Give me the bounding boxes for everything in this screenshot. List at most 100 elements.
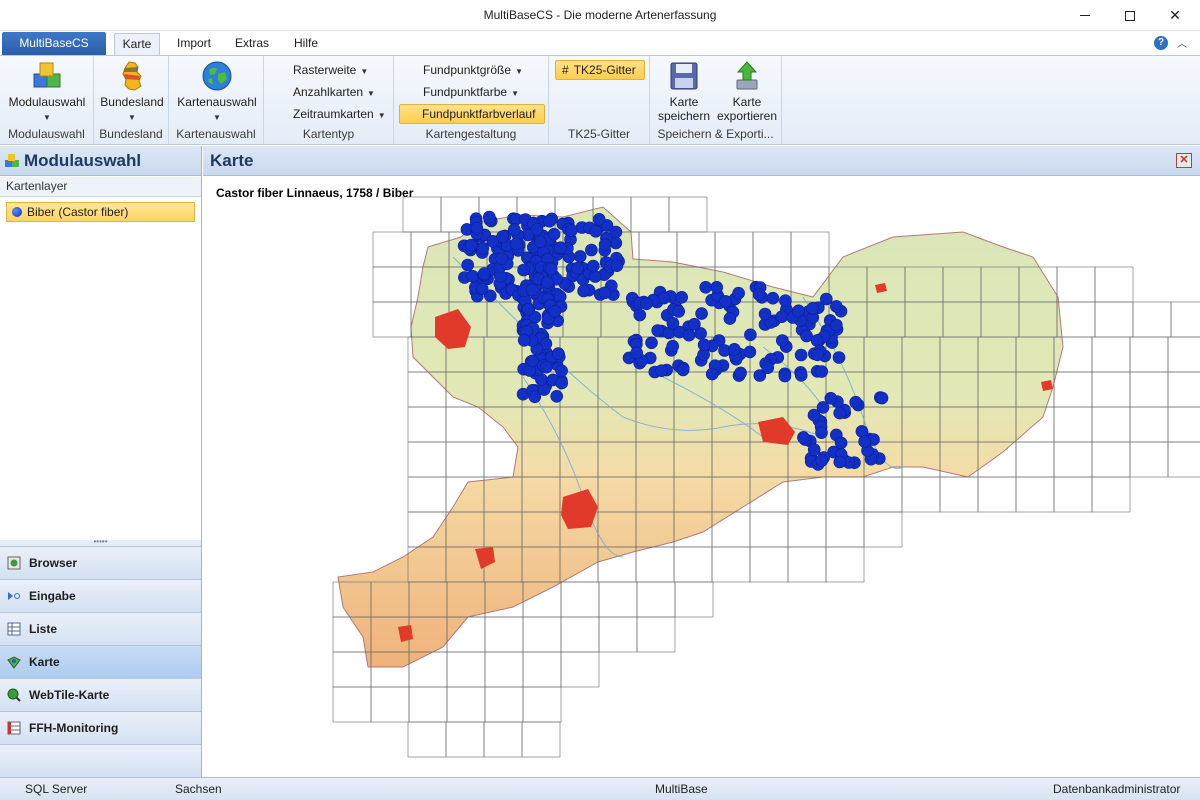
occurrence-point — [833, 455, 847, 469]
grid-cell — [446, 651, 486, 688]
occurrence-point — [586, 259, 600, 273]
nav-karte[interactable]: Karte — [0, 645, 201, 678]
status-server: SQL Server — [25, 782, 88, 796]
occurrence-point — [551, 347, 565, 360]
left-panel-header: Modulauswahl — [0, 146, 201, 176]
magnifier-globe-icon — [7, 688, 21, 702]
close-map-button[interactable]: ✕ — [1176, 153, 1192, 168]
fundpunktfarbe-dropdown[interactable]: Fundpunktfarbe ▼ — [419, 82, 523, 102]
occurrence-point — [577, 284, 590, 298]
occurrence-point — [758, 307, 772, 321]
occurrence-point — [666, 317, 680, 330]
maximize-icon — [1125, 10, 1135, 21]
group-label-modulauswahl: Modulauswahl — [8, 127, 85, 141]
occurrence-point — [682, 328, 696, 342]
grid-cell — [1015, 441, 1055, 478]
rasterweite-dropdown[interactable]: Rasterweite ▼ — [289, 60, 372, 80]
occurrence-point — [555, 376, 569, 390]
layer-item-label: Biber (Castor fiber) — [27, 205, 129, 219]
occurrence-point — [794, 369, 808, 382]
group-label-speichern: Speichern & Exporti... — [657, 127, 774, 141]
occurrence-point — [676, 363, 690, 377]
grid-cell — [446, 686, 486, 723]
close-window-button[interactable]: ✕ — [1152, 0, 1198, 31]
grid-cell — [1015, 476, 1055, 513]
nav-liste[interactable]: Liste — [0, 612, 201, 645]
karte-speichern-button[interactable]: Karte speichern — [654, 60, 714, 123]
help-icon[interactable]: ? — [1154, 36, 1168, 50]
nav-browser[interactable]: Browser — [0, 546, 201, 579]
group-tk25: # TK25-Gitter TK25-Gitter — [549, 56, 650, 144]
occurrence-point — [475, 282, 489, 296]
fundpunktgroesse-dropdown[interactable]: Fundpunktgröße ▼ — [419, 60, 527, 80]
anzahlkarten-dropdown[interactable]: Anzahlkarten ▼ — [289, 82, 379, 102]
rasterweite-label: Rasterweite — [293, 63, 357, 77]
karte-exportieren-button[interactable]: Karte exportieren — [714, 60, 780, 123]
grid-cell — [407, 721, 447, 758]
nav-webtile-label: WebTile-Karte — [29, 688, 110, 702]
maximize-button[interactable] — [1107, 0, 1153, 31]
grid-cell — [372, 266, 412, 303]
layer-item-biber[interactable]: Biber (Castor fiber) — [6, 202, 195, 222]
ribbon-tab-row: MultiBaseCS Karte Import Extras Hilfe ? … — [0, 31, 1200, 55]
occurrence-point — [723, 312, 737, 325]
grid-cell — [1053, 406, 1093, 443]
map-canvas[interactable]: Castor fiber Linnaeus, 1758 / Biber — [203, 177, 1200, 777]
status-state: Sachsen — [175, 782, 222, 796]
list-icon — [7, 622, 21, 636]
occurrence-point — [573, 250, 587, 263]
occurrence-point — [829, 300, 843, 313]
occurrence-point — [672, 305, 686, 318]
app-menu-tab[interactable]: MultiBaseCS — [2, 32, 106, 55]
occurrence-point — [800, 329, 813, 343]
zeitraumkarten-dropdown[interactable]: Zeitraumkarten ▼ — [289, 104, 390, 124]
collapse-ribbon-icon[interactable]: ︿ — [1177, 35, 1187, 50]
status-user: Datenbankadministrator — [1053, 782, 1181, 796]
grid-cell — [676, 231, 716, 268]
occurrence-point — [470, 221, 484, 235]
occurrence-point — [541, 276, 554, 289]
city-area — [1041, 380, 1053, 391]
tab-karte[interactable]: Karte — [114, 33, 160, 55]
group-kartentyp: Rasterweite ▼ Anzahlkarten ▼ Zeitraumkarte… — [264, 56, 394, 144]
nav-ffh-monitoring[interactable]: FFH-Monitoring — [0, 711, 201, 744]
grid-cell — [1094, 301, 1134, 338]
occurrence-point — [728, 343, 741, 356]
grid-cell — [560, 651, 600, 688]
occurrence-point — [778, 369, 792, 383]
chevron-down-icon: ▼ — [377, 111, 386, 120]
grid-cell — [1129, 336, 1169, 373]
left-panel: Modulauswahl Kartenlayer Biber (Castor f… — [0, 146, 202, 777]
map-svg[interactable] — [203, 177, 1200, 777]
tk25-gitter-toggle[interactable]: # TK25-Gitter — [555, 60, 645, 80]
occurrence-point — [734, 366, 747, 380]
tab-hilfe[interactable]: Hilfe — [284, 33, 328, 55]
nav-webtile-karte[interactable]: WebTile-Karte — [0, 678, 201, 711]
title-bar: MultiBaseCS - Die moderne Artenerfassung… — [0, 0, 1200, 31]
occurrence-point — [507, 223, 521, 237]
occurrence-point — [815, 454, 829, 467]
grid-cell — [673, 546, 713, 583]
browser-icon — [7, 556, 21, 570]
modulauswahl-button-label: Modulauswahl — [8, 95, 86, 109]
occurrence-point — [657, 291, 671, 305]
grid-cell — [1056, 266, 1096, 303]
bundesland-button[interactable]: Bundesland ▼ — [96, 60, 168, 125]
minimize-button[interactable] — [1062, 0, 1108, 31]
tab-extras[interactable]: Extras — [228, 33, 276, 55]
grid-cell — [522, 651, 562, 688]
occurrence-point — [589, 224, 603, 238]
nav-eingabe[interactable]: Eingabe — [0, 579, 201, 612]
group-label-tk25: TK25-Gitter — [567, 127, 630, 141]
occurrence-point — [548, 305, 562, 318]
grid-cell — [484, 686, 524, 723]
occurrence-point — [810, 334, 824, 347]
tab-import[interactable]: Import — [168, 33, 220, 55]
occurrence-point — [806, 302, 819, 315]
group-label-kartentyp: Kartentyp — [302, 127, 355, 141]
occurrence-point — [533, 235, 547, 248]
kartenauswahl-button[interactable]: Kartenauswahl ▼ — [173, 60, 261, 125]
modulauswahl-button[interactable]: Modulauswahl ▼ — [4, 60, 90, 125]
grid-cell — [635, 546, 675, 583]
fundpunktfarbverlauf-button[interactable]: Fundpunktfarbverlauf — [399, 104, 545, 124]
